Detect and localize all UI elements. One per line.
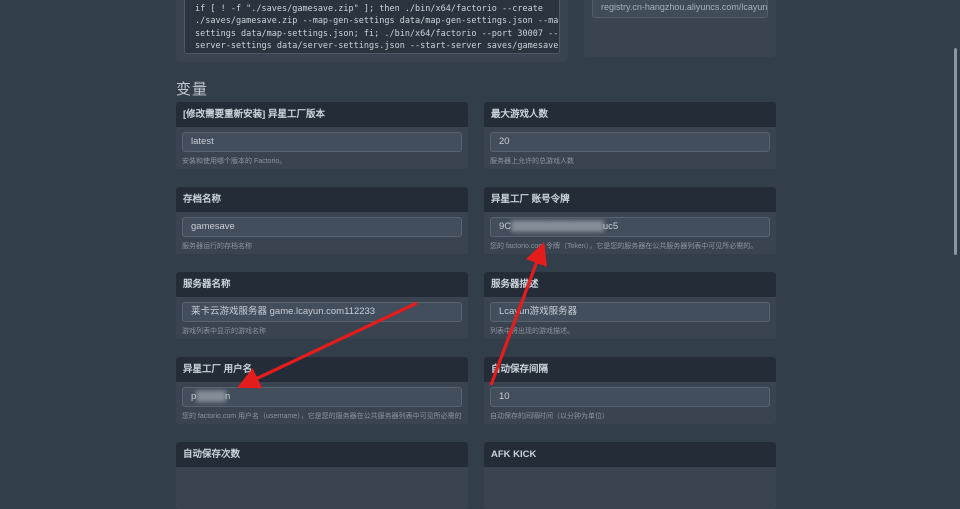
field-card-factorio-version: [修改需要重新安装] 异星工厂版本 latest 安装和使用哪个版本的 Fact… — [176, 102, 468, 169]
username-input[interactable]: p█████n — [182, 387, 462, 407]
field-help: 自动保存的间隔时间（以分钟为单位） — [490, 413, 609, 420]
field-label: AFK KICK — [484, 442, 776, 467]
startup-command: if [ ! -f "./saves/gamesave.zip" ]; then… — [184, 0, 560, 54]
field-card-username: 异星工厂 用户名 p█████n 您的 factorio.com 用户名（use… — [176, 357, 468, 424]
field-card-account-token: 异星工厂 账号令牌 9C████████████████uc5 您的 facto… — [484, 187, 776, 254]
field-card-afk-kick: AFK KICK — [484, 442, 776, 509]
version-input[interactable]: latest — [182, 132, 462, 152]
field-card-server-description: 服务器描述 Lcayun游戏服务器 列表中将出现的游戏描述。 — [484, 272, 776, 339]
scrollbar-thumb[interactable] — [954, 48, 957, 255]
token-redacted: ████████████████ — [511, 221, 604, 232]
token-visible-prefix: 9C — [499, 221, 512, 232]
field-label: 服务器描述 — [484, 272, 776, 297]
startup-command-line: settings data/map-settings.json; fi; ./b… — [195, 28, 559, 39]
field-help: 列表中将出现的游戏描述。 — [490, 328, 574, 335]
field-label: 自动保存间隔 — [484, 357, 776, 382]
username-visible-suffix: n — [224, 391, 231, 402]
field-card-save-name: 存档名称 gamesave 服务器运行的存档名称 — [176, 187, 468, 254]
token-input[interactable]: 9C████████████████uc5 — [490, 217, 770, 237]
field-help: 您的 factorio.com 用户名（username），它是您的服务器在公共… — [182, 413, 462, 420]
field-card-server-name: 服务器名称 莱卡云游戏服务器 game.lcayun.com112233 游戏列… — [176, 272, 468, 339]
autosave-interval-input[interactable]: 10 — [490, 387, 770, 407]
field-help: 安装和使用哪个版本的 Factorio。 — [182, 158, 287, 165]
field-label: 服务器名称 — [176, 272, 468, 297]
docker-image-panel: registry.cn-hangzhou.aliyuncs.com/lcayun… — [584, 0, 776, 57]
field-help: 服务器运行的存档名称 — [182, 243, 252, 250]
startup-command-line: server-settings data/server-settings.jso… — [195, 40, 560, 51]
field-help: 游戏列表中显示的游戏名称 — [182, 328, 266, 335]
startup-command-line: ./saves/gamesave.zip --map-gen-settings … — [195, 16, 560, 27]
field-help: 您的 factorio.com 令牌（Token），它是您的服务器在公共服务器列… — [490, 243, 758, 250]
field-label: 最大游戏人数 — [484, 102, 776, 127]
startup-command-line: if [ ! -f "./saves/gamesave.zip" ]; then… — [195, 4, 543, 14]
field-label: 自动保存次数 — [176, 442, 468, 467]
field-help: 服务器上允许的总游戏人数 — [490, 158, 574, 165]
field-label: 异星工厂 账号令牌 — [484, 187, 776, 212]
save-name-input[interactable]: gamesave — [182, 217, 462, 237]
startup-command-panel: if [ ! -f "./saves/gamesave.zip" ]; then… — [176, 0, 568, 62]
username-redacted: █████ — [196, 391, 226, 402]
variables-heading: 变量 — [176, 81, 209, 98]
server-name-input[interactable]: 莱卡云游戏服务器 game.lcayun.com112233 — [182, 302, 462, 322]
field-card-autosave-interval: 自动保存间隔 10 自动保存的间隔时间（以分钟为单位） — [484, 357, 776, 424]
field-label: [修改需要重新安装] 异星工厂版本 — [176, 102, 468, 127]
field-card-autosave-slots: 自动保存次数 — [176, 442, 468, 509]
docker-image-input[interactable]: registry.cn-hangzhou.aliyuncs.com/lcayun… — [592, 0, 768, 18]
variables-grid: [修改需要重新安装] 异星工厂版本 latest 安装和使用哪个版本的 Fact… — [176, 102, 776, 509]
token-visible-suffix: uc5 — [602, 221, 619, 232]
field-card-max-players: 最大游戏人数 20 服务器上允许的总游戏人数 — [484, 102, 776, 169]
max-players-input[interactable]: 20 — [490, 132, 770, 152]
field-label: 异星工厂 用户名 — [176, 357, 468, 382]
field-label: 存档名称 — [176, 187, 468, 212]
server-description-input[interactable]: Lcayun游戏服务器 — [490, 302, 770, 322]
